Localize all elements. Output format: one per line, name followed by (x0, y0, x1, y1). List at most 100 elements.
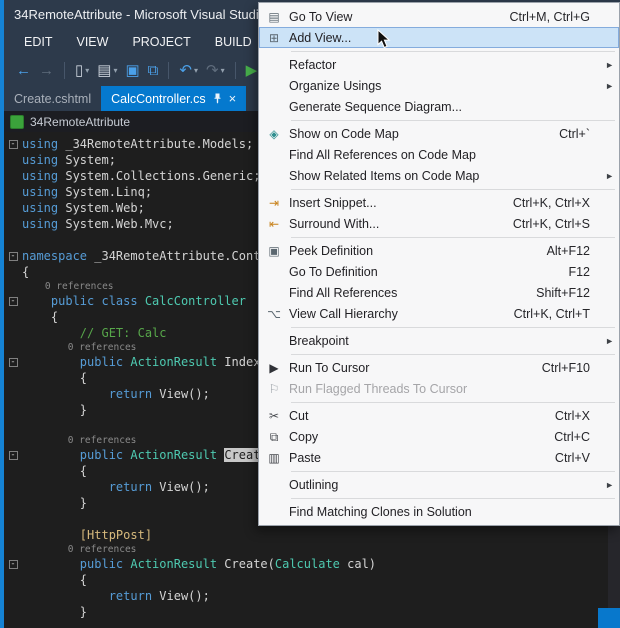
menu-item-shortcut: Ctrl+X (554, 408, 590, 423)
code-token: namespace (22, 249, 95, 263)
code-token: using (22, 217, 66, 231)
scrollbar-corner[interactable] (598, 608, 620, 628)
new-file-button[interactable]: ▯ ▾ (75, 63, 89, 78)
fold-gutter: - (4, 354, 22, 370)
menu-item-breakpoint[interactable]: Breakpoint ► (259, 330, 619, 351)
tab-label: CalcController.cs (111, 91, 206, 106)
fold-gutter: - (4, 136, 22, 152)
menu-separator (291, 497, 615, 499)
menu-item-label: Peek Definition (289, 243, 374, 258)
code-token: View(); (152, 589, 210, 603)
codelens-line: 0 references (4, 543, 620, 556)
code-token: { (22, 371, 88, 385)
code-text: return View(); (22, 588, 620, 604)
code-token: CalcController (144, 294, 246, 308)
close-tab-icon[interactable]: × (229, 92, 237, 105)
menu-item-refactor[interactable]: Refactor ► (259, 54, 619, 75)
start-debug-button[interactable]: ▶ (246, 63, 258, 78)
menu-item-find-matching-clones-in-solution[interactable]: Find Matching Clones in Solution (259, 501, 619, 522)
save-all-button[interactable]: ⧉ (148, 63, 159, 78)
menu-item-add-view[interactable]: ⊞ Add View... (259, 27, 619, 48)
menu-separator (291, 236, 615, 238)
go-to-view-icon: ▤ (268, 9, 280, 24)
menu-item-paste[interactable]: ▥ Paste Ctrl+V (259, 447, 619, 468)
code-token: View(); (152, 387, 210, 401)
fold-gutter (4, 168, 22, 184)
code-token: Create( (217, 557, 275, 571)
tab-calccontroller-cs[interactable]: CalcController.cs × (101, 86, 247, 111)
navigate-forward-icon: → (39, 61, 54, 79)
code-token: [HttpPost] (79, 528, 153, 542)
menu-item-find-all-references[interactable]: Find All References Shift+F12 (259, 282, 619, 303)
paste-icon: ▥ (268, 450, 280, 465)
menu-item-show-related-items-on-code-map[interactable]: Show Related Items on Code Map ► (259, 165, 619, 186)
dropdown-caret-icon: ▾ (85, 65, 90, 75)
menu-item-organize-usings[interactable]: Organize Usings ► (259, 75, 619, 96)
fold-gutter (4, 604, 22, 620)
menu-item-peek-definition[interactable]: ▣ Peek Definition Alt+F12 (259, 240, 619, 261)
menu-separator (291, 470, 615, 472)
menu-item-copy[interactable]: ⧉ Copy Ctrl+C (259, 426, 619, 447)
code-token: ActionResult (130, 355, 218, 369)
fold-gutter (4, 572, 22, 588)
menu-item-shortcut: Ctrl+V (554, 450, 590, 465)
menu-item-show-on-code-map[interactable]: ◈ Show on Code Map Ctrl+` (259, 123, 619, 144)
redo-button[interactable]: ↷ ▾ (206, 63, 225, 78)
code-token: System; (65, 153, 116, 167)
code-token: using (22, 169, 66, 183)
toolbar-separator (64, 61, 65, 79)
menu-item-find-all-references-on-code-map[interactable]: Find All References on Code Map (259, 144, 619, 165)
menu-item-run-flagged-threads-to-cursor[interactable]: ⚐ Run Flagged Threads To Cursor (259, 378, 619, 399)
copy-icon: ⧉ (269, 429, 279, 444)
navigate-forward-button[interactable]: → (39, 63, 54, 78)
code-token: { (22, 573, 88, 587)
fold-gutter: - (4, 293, 22, 309)
code-token: return (108, 480, 153, 494)
menu-item-view-call-hierarchy[interactable]: ⌥ View Call Hierarchy Ctrl+K, Ctrl+T (259, 303, 619, 324)
fold-toggle-icon[interactable]: - (8, 296, 18, 306)
fold-toggle-icon[interactable]: - (8, 357, 18, 367)
mouse-cursor-icon (377, 28, 391, 54)
menu-item-run-to-cursor[interactable]: ▶ Run To Cursor Ctrl+F10 (259, 357, 619, 378)
menu-item-shortcut: Ctrl+C (554, 429, 590, 444)
menu-item-go-to-definition[interactable]: Go To Definition F12 (259, 261, 619, 282)
menu-item-shortcut: Shift+F12 (536, 285, 590, 300)
menu-item-shortcut: Ctrl+M, Ctrl+G (509, 9, 590, 24)
menu-item-generate-sequence-diagram[interactable]: Generate Sequence Diagram... (259, 96, 619, 117)
fold-gutter: - (4, 556, 22, 572)
menu-item-label: Go To Definition (289, 264, 378, 279)
save-button[interactable]: ▣ (125, 63, 139, 78)
undo-button[interactable]: ↶ ▾ (179, 63, 198, 78)
menu-item-surround-with[interactable]: ⇤ Surround With... Ctrl+K, Ctrl+S (259, 213, 619, 234)
code-line: } (4, 604, 620, 620)
menubar-item-edit[interactable]: EDIT (12, 32, 64, 52)
menu-item-cut[interactable]: ✂ Cut Ctrl+X (259, 405, 619, 426)
navigate-back-button[interactable]: ← (16, 63, 31, 78)
fold-gutter (4, 325, 22, 341)
menu-item-label: Cut (289, 408, 309, 423)
menu-item-label: Organize Usings (289, 78, 382, 93)
tab-create-cshtml[interactable]: Create.cshtml (4, 86, 101, 111)
fold-toggle-icon[interactable]: - (8, 251, 18, 261)
fold-toggle-icon[interactable]: - (8, 139, 18, 149)
menu-item-outlining[interactable]: Outlining ► (259, 474, 619, 495)
show-on-code-map-icon: ◈ (269, 126, 279, 141)
fold-gutter (4, 588, 22, 604)
fold-toggle-icon[interactable]: - (8, 450, 18, 460)
fold-toggle-icon[interactable]: - (8, 559, 18, 569)
cut-icon: ✂ (268, 408, 280, 423)
fold-gutter (4, 152, 22, 168)
surround-with-icon: ⇤ (268, 216, 280, 231)
dropdown-caret-icon: ▾ (113, 65, 118, 75)
menubar-item-view[interactable]: VIEW (64, 32, 120, 52)
menu-separator (291, 353, 615, 355)
fold-gutter (4, 216, 22, 232)
menu-item-go-to-view[interactable]: ▤ Go To View Ctrl+M, Ctrl+G (259, 6, 619, 27)
submenu-arrow-icon: ► (605, 59, 614, 70)
fold-gutter (4, 479, 22, 495)
menubar-item-build[interactable]: BUILD (203, 32, 264, 52)
menu-item-insert-snippet[interactable]: ⇥ Insert Snippet... Ctrl+K, Ctrl+X (259, 192, 619, 213)
add-item-button[interactable]: ▤ ▾ (97, 63, 117, 78)
menubar-item-project[interactable]: PROJECT (120, 32, 202, 52)
pin-icon[interactable] (213, 93, 222, 104)
